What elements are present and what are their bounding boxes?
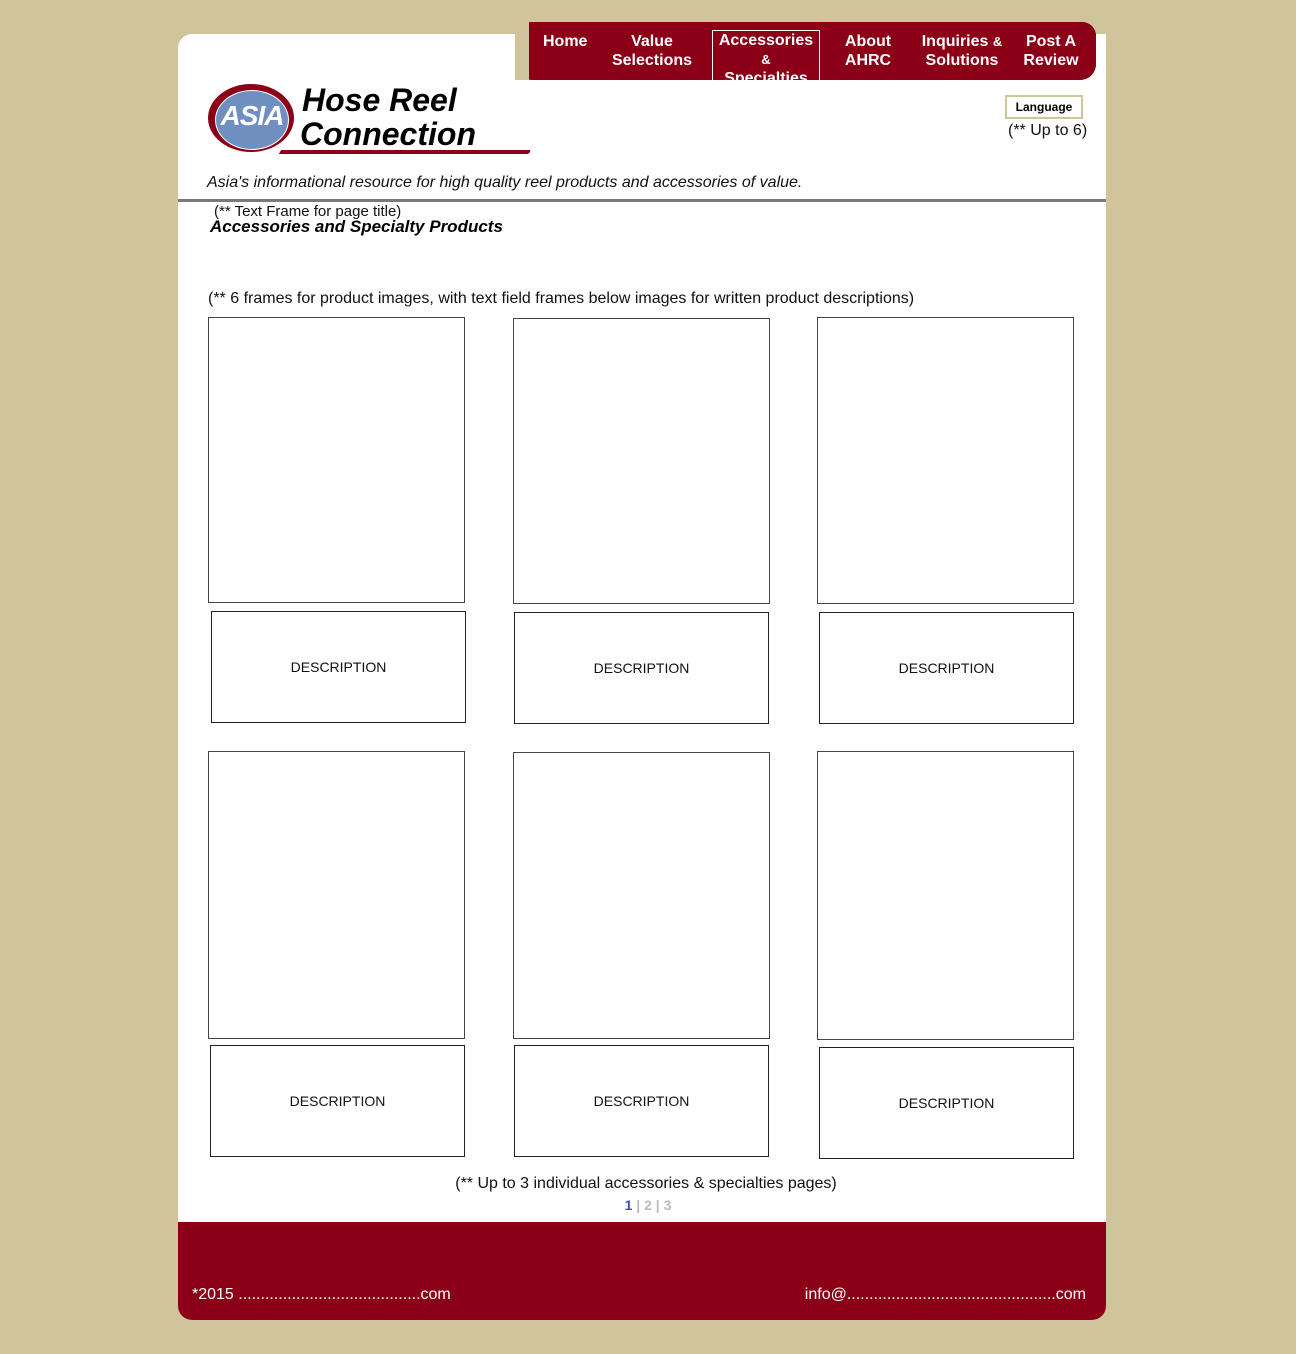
product-image-frame-1[interactable] bbox=[208, 317, 465, 603]
nav-value-label-2: Selections bbox=[611, 52, 693, 69]
product-description-2: DESCRIPTION bbox=[593, 660, 690, 676]
page-title: Accessories and Specialty Products bbox=[210, 217, 503, 236]
product-description-3: DESCRIPTION bbox=[898, 660, 995, 676]
nav-home-label: Home bbox=[543, 33, 588, 50]
product-description-frame-2: DESCRIPTION bbox=[514, 612, 769, 724]
product-description-frame-1: DESCRIPTION bbox=[211, 611, 466, 723]
product-image-frame-4[interactable] bbox=[208, 751, 465, 1039]
footer-copyright: *2015 ..................................… bbox=[192, 1286, 451, 1303]
product-description-6: DESCRIPTION bbox=[898, 1095, 995, 1111]
site-footer: *2015 ..................................… bbox=[178, 1222, 1106, 1320]
page-link-1[interactable]: 1 bbox=[625, 1197, 633, 1213]
page-link-3[interactable]: 3 bbox=[664, 1197, 672, 1213]
nav-post-label-2: Review bbox=[1023, 52, 1079, 69]
product-image-frame-5[interactable] bbox=[513, 752, 770, 1039]
product-description-frame-6: DESCRIPTION bbox=[819, 1047, 1074, 1159]
footer-email-link[interactable]: info@...................................… bbox=[805, 1286, 1086, 1304]
page-separator: | bbox=[655, 1197, 660, 1213]
main-nav-bar: Home Value Selections Accessories & Spec… bbox=[529, 22, 1096, 91]
page-separator: | bbox=[636, 1197, 641, 1213]
nav-home[interactable]: Home bbox=[543, 32, 587, 51]
nav-accessories-specialties[interactable]: Accessories & Specialties bbox=[712, 30, 820, 91]
product-image-frame-3[interactable] bbox=[817, 317, 1074, 604]
language-note: (** Up to 6) bbox=[1008, 122, 1088, 139]
product-description-4: DESCRIPTION bbox=[289, 1093, 386, 1109]
logo-line-2: Connection bbox=[300, 116, 476, 152]
nav-accessories-label-2: Specialties bbox=[724, 70, 808, 87]
nav-inquiries-solutions[interactable]: Inquiries & Solutions bbox=[917, 32, 1007, 70]
nav-post-review[interactable]: Post A Review bbox=[1017, 32, 1085, 70]
product-description-frame-3: DESCRIPTION bbox=[819, 612, 1074, 724]
logo-badge-text: ASIA bbox=[220, 100, 285, 131]
nav-inquiries-label-1: Inquiries bbox=[921, 33, 989, 50]
product-description-1: DESCRIPTION bbox=[290, 659, 387, 675]
nav-inquiries-label-2: Solutions bbox=[925, 52, 999, 69]
nav-value-selections[interactable]: Value Selections bbox=[611, 32, 693, 70]
nav-about-label-2: AHRC bbox=[844, 52, 892, 69]
site-tagline: Asia's informational resource for high q… bbox=[207, 174, 803, 191]
frames-note: (** 6 frames for product images, with te… bbox=[208, 290, 915, 307]
product-description-frame-4: DESCRIPTION bbox=[210, 1045, 465, 1157]
logo-line-1: Hose Reel bbox=[302, 82, 457, 118]
nav-value-label-1: Value bbox=[631, 33, 673, 50]
nav-about-label-1: About bbox=[844, 33, 892, 50]
product-description-5: DESCRIPTION bbox=[593, 1093, 690, 1109]
nav-accessories-label-1: Accessories bbox=[718, 32, 814, 49]
nav-inquiries-amp: & bbox=[992, 34, 1003, 49]
product-image-frame-6[interactable] bbox=[817, 751, 1074, 1040]
page-link-2[interactable]: 2 bbox=[644, 1197, 652, 1213]
site-logo[interactable]: ASIA Hose Reel Connection bbox=[206, 82, 536, 162]
nav-accessories-amp: & bbox=[761, 52, 771, 67]
nav-about-ahrc[interactable]: About AHRC bbox=[837, 32, 899, 70]
nav-post-label-1: Post A bbox=[1025, 33, 1077, 50]
language-button[interactable]: Language bbox=[1005, 95, 1083, 119]
pages-note: (** Up to 3 individual accessories & spe… bbox=[455, 1175, 837, 1192]
pagination: 1 | 2 | 3 bbox=[178, 1197, 1118, 1213]
header-divider bbox=[178, 199, 1106, 202]
product-image-frame-2[interactable] bbox=[513, 318, 770, 604]
product-description-frame-5: DESCRIPTION bbox=[514, 1045, 769, 1157]
